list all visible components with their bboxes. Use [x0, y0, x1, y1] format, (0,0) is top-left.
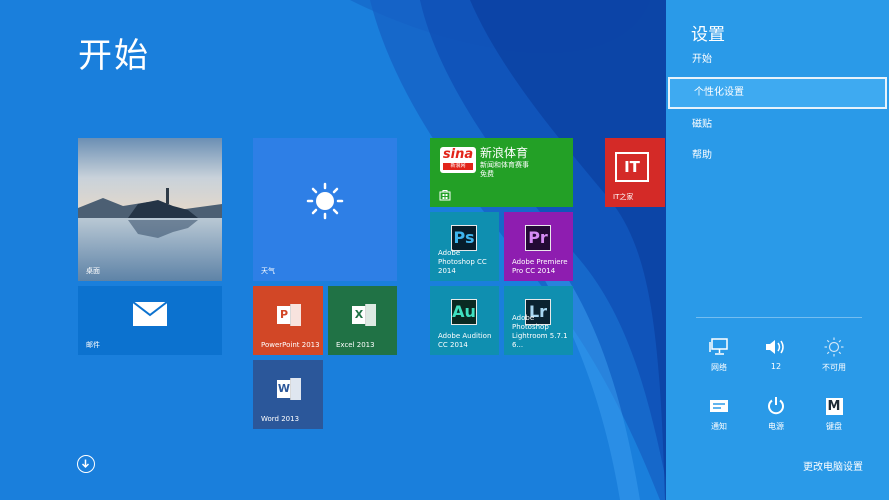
ithome-tile[interactable]: IT IT之家	[605, 138, 665, 207]
arrow-down-icon	[81, 459, 90, 469]
all-apps-button[interactable]	[77, 455, 95, 473]
mail-tile-label: 邮件	[86, 341, 100, 349]
volume-button[interactable]: 12	[751, 336, 801, 371]
keyboard-label: 键盘	[826, 422, 842, 431]
powerpoint-tile-label: PowerPoint 2013	[261, 341, 320, 349]
settings-item-tiles[interactable]: 磁贴	[666, 109, 889, 141]
desktop-tile-label: 桌面	[86, 267, 100, 275]
keyboard-icon: M	[825, 397, 843, 415]
desktop-tile[interactable]: 桌面	[78, 138, 222, 281]
powerpoint-tile[interactable]: P PowerPoint 2013	[253, 286, 323, 355]
start-title: 开始	[78, 36, 150, 76]
network-icon	[709, 338, 728, 355]
sina-title: 新浪体育	[480, 146, 529, 160]
ithome-tile-label: IT之家	[613, 193, 634, 201]
powerpoint-icon: P	[277, 304, 301, 326]
photoshop-tile[interactable]: Ps Adobe Photoshop CC 2014	[430, 212, 499, 281]
volume-label: 12	[770, 362, 782, 371]
mail-tile[interactable]: 邮件	[78, 286, 222, 355]
brightness-button[interactable]: 不可用	[809, 336, 859, 373]
audition-icon: Au	[451, 299, 477, 325]
notifications-icon	[710, 400, 728, 412]
premiere-tile-label: Adobe Premiere Pro CC 2014	[512, 258, 568, 275]
power-label: 电源	[768, 422, 784, 431]
network-label: 网络	[711, 363, 727, 372]
excel-tile-label: Excel 2013	[336, 341, 375, 349]
desktop-wallpaper	[78, 138, 222, 281]
network-button[interactable]: 网络	[694, 336, 744, 373]
change-pc-settings-link[interactable]: 更改电脑设置	[803, 458, 863, 473]
store-bag-icon	[439, 190, 451, 201]
sina-sports-tile[interactable]: sina 新浪网 新浪体育 新闻和体育赛事 免费	[430, 138, 573, 207]
weather-tile[interactable]: 天气	[253, 138, 397, 281]
settings-divider	[696, 317, 862, 318]
settings-item-help[interactable]: 帮助	[666, 140, 889, 172]
notifications-button[interactable]: 通知	[694, 395, 744, 432]
lightroom-tile[interactable]: Lr Adobe Photoshop Lightroom 5.7.1 6...	[504, 286, 573, 355]
sina-logo-subtext: 新浪网	[443, 163, 473, 170]
power-icon	[768, 397, 784, 415]
volume-icon	[766, 340, 784, 354]
lightroom-tile-label: Adobe Photoshop Lightroom 5.7.1 6...	[512, 314, 568, 349]
settings-panel: 设置 开始 个性化设置 磁贴 帮助 网络 12 不可用 通知 电源 M 键盘 更…	[666, 0, 889, 500]
weather-tile-label: 天气	[261, 267, 275, 275]
sun-icon	[306, 182, 344, 220]
brightness-label: 不可用	[822, 363, 846, 372]
audition-tile[interactable]: Au Adobe Audition CC 2014	[430, 286, 499, 355]
word-icon: W	[277, 378, 301, 400]
premiere-icon: Pr	[525, 225, 551, 251]
brightness-icon	[824, 337, 844, 357]
word-tile[interactable]: W Word 2013	[253, 360, 323, 429]
keyboard-button[interactable]: M 键盘	[809, 395, 859, 432]
sina-price: 免费	[480, 170, 494, 178]
word-tile-label: Word 2013	[261, 415, 300, 423]
settings-item-personalize[interactable]: 个性化设置	[668, 77, 887, 109]
settings-title: 设置	[691, 25, 725, 45]
excel-tile[interactable]: X Excel 2013	[328, 286, 397, 355]
settings-item-start[interactable]: 开始	[666, 44, 889, 76]
notifications-label: 通知	[711, 422, 727, 431]
photoshop-icon: Ps	[451, 225, 477, 251]
excel-icon: X	[352, 304, 376, 326]
mail-icon	[133, 302, 167, 326]
audition-tile-label: Adobe Audition CC 2014	[438, 332, 492, 349]
sina-logo-text: sina	[442, 147, 474, 162]
sina-logo: sina 新浪网	[440, 147, 476, 173]
ithome-logo: IT	[615, 152, 649, 182]
premiere-tile[interactable]: Pr Adobe Premiere Pro CC 2014	[504, 212, 573, 281]
photoshop-tile-label: Adobe Photoshop CC 2014	[438, 249, 487, 275]
power-button[interactable]: 电源	[751, 395, 801, 432]
